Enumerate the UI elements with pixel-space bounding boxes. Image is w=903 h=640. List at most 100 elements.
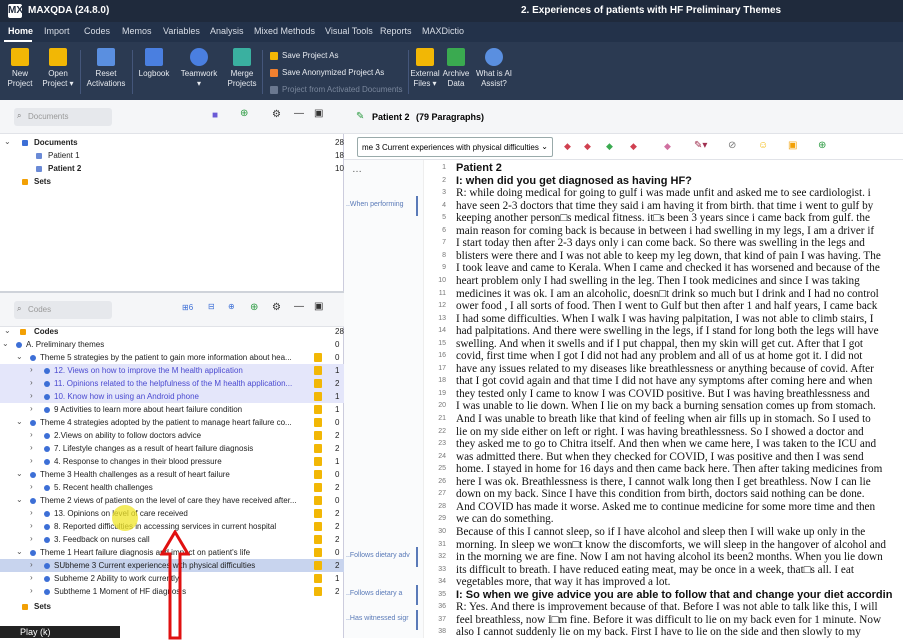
memo-icon[interactable] [314, 587, 322, 596]
chevron-down-icon[interactable]: ⌄ [16, 352, 23, 361]
text-line[interactable]: have any issues related to my diseases l… [456, 363, 874, 375]
chevron-right-icon[interactable]: › [30, 573, 33, 582]
chevron-down-icon[interactable]: ⌄ [4, 326, 11, 335]
coding-stripe-label[interactable]: ..Has witnessed sigr [346, 615, 409, 622]
text-line[interactable]: keeping another person□s medical fitness… [456, 212, 870, 224]
text-line[interactable]: down on my back. Since I have this condi… [456, 488, 865, 500]
chevron-right-icon[interactable]: › [30, 430, 33, 439]
menu-codes[interactable]: Codes [84, 26, 110, 36]
code-set-icon[interactable]: ⊞6 [182, 303, 193, 312]
save-anonymized-button[interactable]: Save Anonymized Project As [270, 68, 384, 77]
text-line[interactable]: was admitted there. But when they checke… [456, 451, 864, 463]
external-files-button[interactable]: External Files ▾ [410, 48, 440, 89]
document-item[interactable]: Patient 2 10 [0, 162, 344, 175]
code-tree-row[interactable]: ⌄ Theme 2 views of patients on the level … [0, 494, 344, 507]
code-tree-row[interactable]: › 9 Activities to learn more about heart … [0, 403, 344, 416]
menu-visual-tools[interactable]: Visual Tools [325, 26, 373, 36]
text-line[interactable]: I start today then after 2-3 days only i… [456, 237, 865, 249]
add-code-icon[interactable]: ⊕ [250, 302, 258, 313]
minimize-icon[interactable]: — [294, 301, 304, 312]
logbook-button[interactable]: Logbook [136, 48, 172, 79]
document-item[interactable]: Patient 1 18 [0, 149, 344, 162]
menu-mixed-methods[interactable]: Mixed Methods [254, 26, 315, 36]
memo-icon[interactable] [314, 483, 322, 492]
emoticon-icon[interactable]: ☺ [758, 140, 768, 151]
code-tree-row[interactable]: › 10. Know how in using an Android phone 1 [0, 390, 344, 403]
memo-icon[interactable]: ▣ [788, 140, 797, 151]
chevron-right-icon[interactable]: › [30, 443, 33, 452]
chevron-right-icon[interactable]: › [30, 560, 33, 569]
reset-activations-button[interactable]: Reset Activations [84, 48, 128, 89]
chevron-down-icon[interactable]: ⌄ [16, 547, 23, 556]
coding-stripe[interactable] [416, 584, 418, 605]
code-tree-row[interactable]: ⌄ A. Preliminary themes 0 [0, 338, 344, 351]
chevron-down-icon[interactable]: ⌄ [16, 469, 23, 478]
highlighter-icon[interactable]: ✎▾ [694, 140, 707, 151]
code-filter-icon[interactable]: ⊟ [208, 302, 215, 311]
text-line[interactable]: covid, first time when I got I did not h… [456, 350, 862, 362]
text-line[interactable]: its difficult to breath. I have reduced … [456, 564, 854, 576]
text-line[interactable]: I had some difficulties. When I walk I w… [456, 313, 873, 325]
text-line[interactable]: R: while doing medical for going to gulf… [456, 187, 871, 199]
menu-maxdictio[interactable]: MAXDictio [422, 26, 464, 36]
text-line[interactable]: also I cannot suddenly lie on my back. F… [456, 626, 861, 638]
codes-root[interactable]: ⌄ Codes 28 [0, 325, 344, 338]
memo-icon[interactable] [314, 444, 322, 453]
text-line[interactable]: morning. In sleep we won□t know the disc… [456, 539, 886, 551]
code-tree-row[interactable]: › 7. Lifestyle changes as a result of hea… [0, 442, 344, 455]
open-project-button[interactable]: Open Project ▾ [40, 48, 76, 89]
text-line[interactable]: Patient 2 [456, 162, 502, 174]
text-line[interactable]: medicines it was ok. I am an alcoholic, … [456, 288, 879, 300]
codes-search[interactable]: ⌕ Codes [14, 301, 112, 319]
text-line[interactable]: heart problem only I had swelling in the… [456, 275, 860, 287]
code-with-new-icon[interactable]: ◆ [584, 141, 591, 152]
memo-icon[interactable] [314, 535, 322, 544]
text-line[interactable]: vegetables more, that way it has improve… [456, 576, 670, 588]
project-from-activated-button[interactable]: Project from Activated Documents [270, 85, 403, 94]
chevron-right-icon[interactable]: › [30, 534, 33, 543]
coding-stripe[interactable] [416, 547, 418, 568]
text-line[interactable]: had palpitations. And there were swellin… [456, 325, 879, 337]
sets-item[interactable]: Sets [0, 175, 344, 188]
chevron-right-icon[interactable]: › [30, 508, 33, 517]
text-line[interactable]: lie on my side either on left or right. … [456, 426, 864, 438]
add-document-icon[interactable]: ⊕ [240, 108, 248, 119]
text-line[interactable]: here I was ok. Breathlessness is there, … [456, 476, 871, 488]
chevron-right-icon[interactable]: › [30, 378, 33, 387]
memo-icon[interactable] [314, 561, 322, 570]
code-tree-row[interactable]: › 4. Response to changes in their blood p… [0, 455, 344, 468]
memo-icon[interactable] [314, 379, 322, 388]
memo-icon[interactable] [314, 392, 322, 401]
documents-root[interactable]: ⌄ Documents 28 [0, 136, 344, 149]
text-line[interactable]: in the morning we are fine. Now I am not… [456, 551, 883, 563]
text-line[interactable]: that I got covid again and that time I d… [456, 375, 872, 387]
coding-stripe-label[interactable]: ..Follows dietary adv [346, 552, 410, 559]
in-vivo-icon[interactable]: ◆ [630, 141, 637, 152]
code-icon[interactable]: ◆ [564, 141, 571, 152]
chevron-down-icon[interactable]: ⌄ [16, 417, 23, 426]
menu-home[interactable]: Home [8, 26, 33, 36]
documents-search[interactable]: ⌕ Documents [14, 108, 112, 126]
menu-import[interactable]: Import [44, 26, 70, 36]
chevron-right-icon[interactable]: › [30, 586, 33, 595]
memo-icon[interactable] [314, 457, 322, 466]
gear-icon[interactable]: ⚙ [272, 109, 281, 120]
memo-icon[interactable] [314, 522, 322, 531]
chevron-down-icon[interactable]: ⌄ [2, 339, 9, 348]
text-line[interactable]: they asked me to go to Chitra itself. An… [456, 438, 876, 450]
chevron-right-icon[interactable]: › [30, 365, 33, 374]
text-line[interactable]: have seen 2-3 doctors that time they sai… [456, 200, 873, 212]
text-line[interactable]: main reason for coming back is because i… [456, 225, 874, 237]
code-tree-row[interactable]: › 5. Recent health challenges 2 [0, 481, 344, 494]
chevron-right-icon[interactable]: › [30, 391, 33, 400]
text-line[interactable]: swelling. And when it swells and if I pu… [456, 338, 863, 350]
chevron-right-icon[interactable]: › [30, 404, 33, 413]
text-line[interactable]: Because of this I cannot sleep, so if I … [456, 526, 865, 538]
menu-analysis[interactable]: Analysis [210, 26, 244, 36]
text-line[interactable]: feel breathless, now I□m fine. Before it… [456, 614, 881, 626]
code-tree-row[interactable]: ›13. Opinions on level of care received2 [0, 507, 344, 520]
teamwork-button[interactable]: Teamwork ▾ [178, 48, 220, 89]
memo-icon[interactable] [314, 548, 322, 557]
text-line[interactable]: I took leave and came to Kerala. When I … [456, 262, 880, 274]
code-tree-row[interactable]: › 12. Views on how to improve the M healt… [0, 364, 344, 377]
